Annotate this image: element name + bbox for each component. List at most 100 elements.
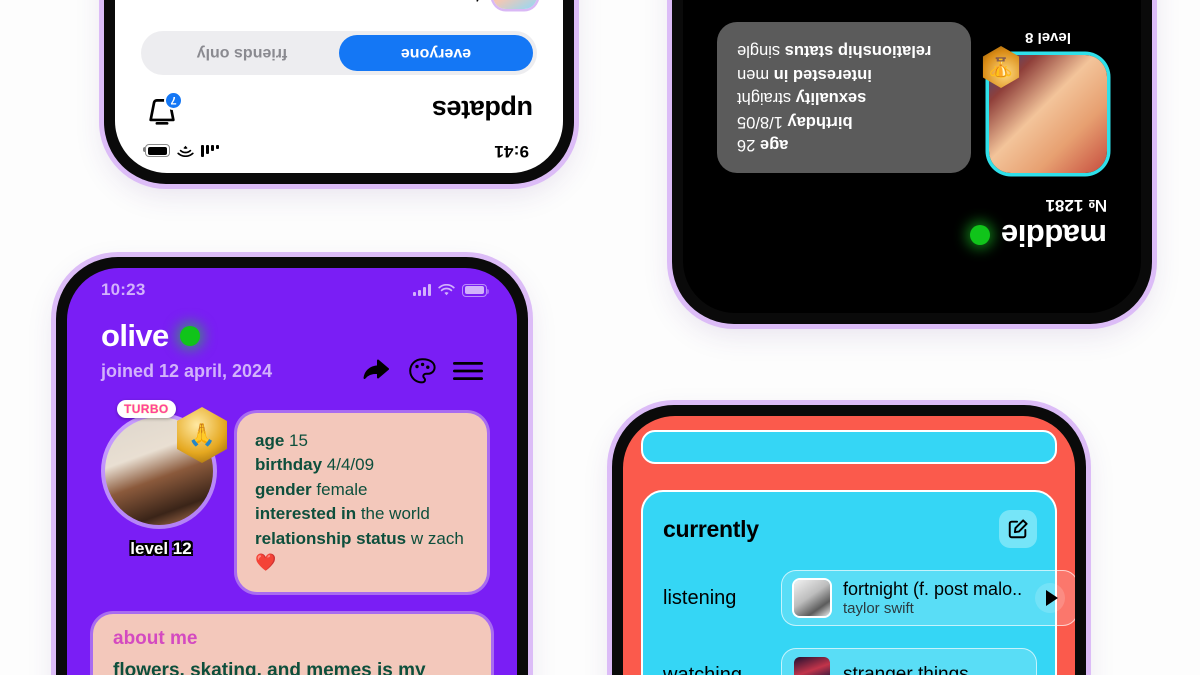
info-value: the world: [360, 504, 430, 524]
album-art-thumbnail: [794, 580, 830, 616]
song-title: fortnight (f. post malo..: [843, 579, 1023, 599]
online-status-dot: [179, 326, 200, 346]
profile-header: olive joined 12 april, 2024: [67, 300, 517, 385]
play-icon: [1045, 590, 1058, 606]
show-poster-thumbnail: [794, 657, 830, 675]
info-row-relationship-status: relationship status w zach ❤️: [255, 527, 469, 576]
about-me-body: flowers, skating, and memes is my thing: [113, 659, 426, 675]
profile-info-card: age 15 birthday 4/4/09 gender female int…: [237, 413, 487, 592]
inbox-button[interactable]: 7: [145, 91, 183, 127]
info-value: 1/8/05: [737, 112, 783, 131]
info-label: age: [255, 431, 285, 450]
phone-screen-maddie: maddie № 1281 🏆 level 8 age 26 birthday …: [683, 0, 1141, 313]
inbox-badge: 7: [164, 91, 183, 110]
profile-name-row: olive: [101, 318, 483, 354]
online-status-dot: [970, 225, 991, 245]
hamburger-menu-icon[interactable]: [453, 361, 483, 381]
song-artist: taylor swift: [843, 600, 914, 617]
phone-screen-olive: 10:23 olive joined 12 april, 2024 TURBO …: [67, 268, 517, 675]
info-label: birthday: [787, 112, 853, 131]
info-row-birthday: birthday 1/8/05: [737, 109, 951, 132]
avatar: [493, 0, 537, 9]
about-me-card: about me flowers, skating, and memes is …: [93, 613, 491, 675]
trophy-hex-badge-icon: 🏆: [980, 46, 1022, 88]
phone-maddie-profile: maddie № 1281 🏆 level 8 age 26 birthday …: [672, 0, 1152, 324]
profile-name: maddie: [1001, 218, 1107, 253]
currently-title: currently: [663, 515, 759, 542]
profile-body: 🏆 level 8 age 26 birthday 1/8/05 sexuali…: [683, 21, 1141, 195]
info-row-gender: gender female: [255, 478, 469, 502]
info-row-birthday: birthday 4/4/09: [255, 453, 469, 477]
edit-pencil-icon: [1008, 519, 1028, 539]
update-author: tz: [178, 0, 480, 5]
info-row-interested-in: interested in men: [737, 62, 951, 85]
listening-content: fortnight (f. post malo.. taylor swift: [843, 579, 1022, 617]
screenshot-stage: 9:41 updates 7 everyone friends only mad…: [0, 0, 1200, 675]
info-row-relationship-status: relationship status single: [737, 39, 951, 62]
info-row-interested-in: interested in the world: [255, 502, 469, 526]
avatar-column: 🏆 level 8: [989, 29, 1107, 173]
updates-tabs: everyone friends only: [141, 31, 537, 75]
phone-currently: currently listening fortnight (f. post m…: [612, 405, 1086, 675]
info-label: relationship status: [255, 528, 407, 548]
status-time: 10:23: [101, 280, 146, 299]
currently-row-watching: watching stranger things: [663, 648, 1037, 675]
tab-friends-only[interactable]: friends only: [145, 35, 339, 71]
status-bar: 10:23: [67, 268, 517, 300]
battery-icon: [462, 283, 489, 297]
updates-header: updates 7: [115, 83, 563, 141]
cellular-signal-icon: [201, 145, 219, 157]
profile-name-row: maddie: [683, 217, 1141, 253]
status-icons: [413, 283, 489, 297]
list-item[interactable]: tz omg it's finally happening!!!! now: [141, 0, 537, 19]
profile-info-card: age 26 birthday 1/8/05 sexuality straigh…: [717, 21, 971, 173]
info-value: men: [737, 65, 770, 84]
avatar[interactable]: 🏆: [989, 55, 1107, 173]
info-value: 26: [737, 136, 756, 154]
status-bar: 9:41: [115, 141, 563, 173]
level-label: level 12: [130, 539, 192, 558]
info-value: 15: [289, 431, 308, 450]
currently-row-listening: listening fortnight (f. post malo.. tayl…: [663, 570, 1075, 626]
info-row-age: age 15: [255, 429, 469, 453]
row-label: watching: [663, 663, 742, 675]
share-icon[interactable]: [361, 358, 391, 384]
edit-button[interactable]: [999, 510, 1037, 548]
currently-header: currently: [663, 510, 1037, 548]
wifi-icon: [438, 283, 455, 295]
info-label: birthday: [255, 455, 323, 475]
updates-list: tz omg it's finally happening!!!! now: [115, 0, 563, 31]
watching-pill[interactable]: stranger things: [781, 648, 1037, 675]
tab-everyone[interactable]: everyone: [339, 35, 533, 71]
user-number: № 1281: [1045, 196, 1108, 215]
info-label: gender: [255, 479, 312, 499]
turbo-sticker: TURBO: [117, 400, 176, 418]
about-me-title: about me: [113, 627, 198, 649]
info-value: straight: [737, 89, 792, 108]
info-label: age: [759, 136, 789, 154]
joined-date: joined 12 april, 2024: [101, 360, 273, 381]
phone-olive-profile: 10:23 olive joined 12 april, 2024 TURBO …: [56, 257, 528, 675]
level-label: level 8: [1025, 29, 1071, 46]
info-label: relationship status: [784, 42, 932, 61]
page-title: updates: [432, 95, 533, 126]
phone-updates: 9:41 updates 7 everyone friends only: [104, 0, 574, 184]
wifi-icon: [177, 146, 194, 158]
profile-meta-row: joined 12 april, 2024: [101, 357, 483, 385]
cellular-signal-icon: [413, 284, 431, 296]
phone-screen-currently: currently listening fortnight (f. post m…: [623, 416, 1075, 675]
info-label: sexuality: [795, 89, 867, 108]
info-value: single: [737, 42, 781, 61]
top-banner: [641, 430, 1057, 464]
palette-icon[interactable]: [408, 357, 436, 385]
currently-card: currently listening fortnight (f. post m…: [641, 490, 1075, 675]
show-title: stranger things: [843, 664, 969, 675]
listening-pill[interactable]: fortnight (f. post malo.. taylor swift: [781, 570, 1075, 626]
play-button[interactable]: [1035, 583, 1066, 613]
info-row-age: age 26: [737, 133, 951, 156]
row-label: listening: [663, 586, 737, 609]
battery-icon: [145, 144, 170, 158]
info-label: interested in: [255, 504, 357, 524]
phone-screen-updates: 9:41 updates 7 everyone friends only: [115, 0, 563, 173]
info-label: interested in: [773, 65, 872, 84]
